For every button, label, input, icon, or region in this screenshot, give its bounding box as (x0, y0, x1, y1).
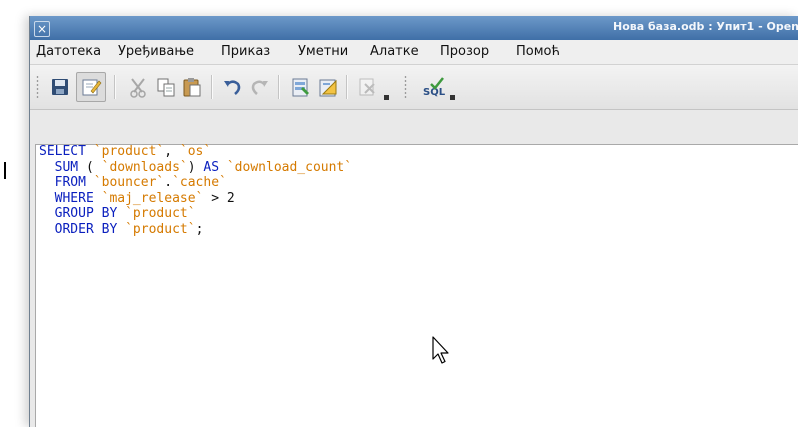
design-view-icon (319, 79, 337, 97)
design-view-button[interactable] (316, 75, 340, 99)
toolbar-grip[interactable] (36, 75, 39, 99)
menu-window[interactable]: Прозор (440, 44, 489, 59)
sql-text: ; (195, 221, 204, 237)
sql-keyword: GROUP BY (54, 206, 118, 221)
sql-keyword: SELECT (39, 144, 86, 159)
undo-icon (224, 80, 241, 95)
sql-line: ORDER BY `product`; (39, 222, 352, 238)
edit-mode-icon (82, 79, 102, 96)
sql-line: GROUP BY `product` (39, 206, 352, 222)
sql-identifier: `cache` (172, 175, 227, 190)
paste-icon (183, 78, 201, 97)
menu-file[interactable]: Датотека (36, 44, 101, 59)
cut-icon (130, 78, 146, 98)
text-cursor (4, 162, 6, 179)
sql-keyword: SUM (54, 159, 79, 175)
sql-text: ) (187, 159, 204, 175)
run-sql-directly-icon: SQL (423, 77, 446, 98)
edit-mode-button[interactable] (76, 72, 106, 102)
toolbar-separator (211, 75, 213, 99)
sql-identifier: `downloads` (101, 159, 188, 175)
mouse-pointer-icon (432, 336, 449, 364)
toolbar-separator (114, 75, 116, 99)
clear-icon (359, 78, 375, 96)
sql-identifier: `os` (179, 144, 212, 159)
sql-identifier: `download_count` (226, 159, 353, 175)
sql-text: . (164, 175, 173, 190)
sql-text: > 2 (203, 190, 235, 206)
toolbar-separator (278, 75, 280, 99)
sql-identifier: `product` (125, 221, 196, 237)
menu-insert[interactable]: Уметни (298, 44, 348, 59)
sql-line: SUM ( `downloads`) AS `download_count` (39, 160, 352, 176)
sql-text: , (164, 144, 180, 159)
run-sql-directly-button[interactable]: SQL (422, 75, 446, 99)
run-query-icon (292, 78, 309, 97)
paste-button[interactable] (180, 75, 204, 99)
sql-keyword: FROM (54, 175, 86, 190)
toolbar-grip[interactable] (404, 75, 407, 99)
sql-text: ( (78, 159, 102, 175)
toolbar-dropdown-arrow[interactable] (384, 95, 389, 100)
sql-line: SELECT `product`, `os` (39, 144, 352, 160)
sql-editor[interactable]: SELECT `product`, `os` SUM ( `downloads`… (35, 144, 798, 427)
redo-button[interactable] (248, 75, 272, 99)
cut-button[interactable] (126, 75, 150, 99)
toolbar-dropdown-arrow[interactable] (450, 95, 455, 100)
save-button[interactable] (48, 75, 72, 99)
sql-keyword: ORDER BY (54, 221, 118, 237)
undo-button[interactable] (220, 75, 244, 99)
sql-identifier: `bouncer` (93, 175, 165, 190)
save-icon (52, 79, 68, 95)
close-icon: × (36, 22, 48, 36)
app-window: × Нова база.odb : Упит1 - Open Датотека … (29, 16, 798, 427)
toolbar-separator (346, 75, 348, 99)
title-bar[interactable]: × Нова база.odb : Упит1 - Open (30, 16, 798, 40)
menu-edit[interactable]: Уређивање (118, 44, 194, 59)
menu-help[interactable]: Помоћ (516, 44, 560, 59)
clear-query-button[interactable] (356, 75, 380, 99)
sql-line: FROM `bouncer`.`cache` (39, 175, 352, 191)
sql-keyword: WHERE (54, 190, 94, 206)
sql-identifier: `maj_release` (101, 190, 204, 206)
sql-line: WHERE `maj_release` > 2 (39, 191, 352, 207)
copy-icon (157, 78, 175, 97)
run-query-button[interactable] (288, 75, 312, 99)
sql-identifier: `product` (93, 144, 165, 159)
close-window-button[interactable]: × (34, 21, 50, 37)
menu-bar: Датотека Уређивање Приказ Уметни Алатке … (30, 40, 798, 65)
redo-icon (251, 80, 268, 95)
sql-keyword: AS (203, 159, 220, 175)
window-title: Нова база.odb : Упит1 - Open (613, 20, 798, 33)
sql-identifier: `product` (125, 206, 196, 221)
toolbar: SQL (30, 65, 798, 110)
menu-view[interactable]: Приказ (221, 44, 270, 59)
menu-tools[interactable]: Алатке (370, 44, 419, 59)
copy-button[interactable] (154, 75, 178, 99)
sql-editor-text[interactable]: SELECT `product`, `os` SUM ( `downloads`… (39, 144, 352, 237)
